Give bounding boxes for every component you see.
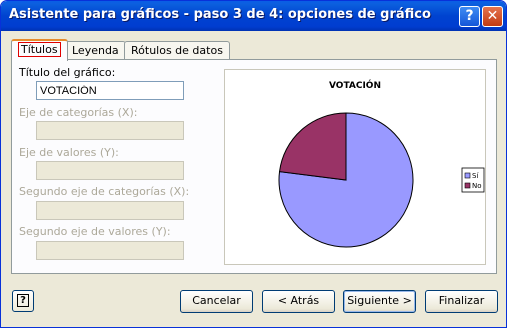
legend-label-0: Sí [472, 172, 479, 180]
cancel-button[interactable]: Cancelar [180, 290, 253, 313]
category-axis-input [36, 121, 184, 140]
legend: Sí No [461, 167, 485, 193]
tab-leyenda[interactable]: Leyenda [65, 41, 126, 60]
chart-title-label: Título del gráfico: [19, 66, 116, 79]
tab-rotulos-de-datos[interactable]: Rótulos de datos [124, 41, 230, 60]
second-value-axis-label: Segundo eje de valores (Y): [19, 225, 171, 238]
window-title: Asistente para gráficos - paso 3 de 4: o… [9, 7, 431, 22]
close-button[interactable]: ✕ [482, 6, 503, 27]
finish-button[interactable]: Finalizar [425, 290, 498, 313]
second-category-axis-label: Segundo eje de categorías (X): [19, 185, 190, 198]
help-button[interactable]: ? [12, 290, 34, 312]
legend-swatch-1 [464, 182, 471, 189]
next-button[interactable]: Siguiente > [343, 290, 416, 313]
pie-chart: VOTACIÓN Sí No [278, 79, 485, 248]
title-bar[interactable]: Asistente para gráficos - paso 3 de 4: o… [1, 1, 506, 31]
chart-preview: VOTACIÓN Sí No [224, 69, 486, 265]
chart-wizard-dialog: Asistente para gráficos - paso 3 de 4: o… [0, 0, 507, 328]
value-axis-label: Eje de valores (Y): [19, 146, 119, 159]
category-axis-label: Eje de categorías (X): [19, 106, 138, 119]
help-question-icon: ? [17, 294, 29, 307]
second-value-axis-input [36, 241, 184, 260]
legend-label-1: No [472, 182, 482, 190]
titles-panel: Título del gráfico: Eje de categorías (X… [11, 59, 497, 274]
pie-slice-1 [278, 112, 347, 181]
tab-titulos-label: Títulos [18, 42, 61, 57]
tab-titulos[interactable]: Títulos [11, 39, 68, 61]
second-category-axis-input [36, 201, 184, 220]
value-axis-input [36, 161, 184, 180]
legend-swatch-0 [464, 172, 471, 179]
back-button[interactable]: < Atrás [262, 290, 335, 313]
chart-title-input[interactable] [36, 81, 184, 100]
title-help-button[interactable]: ? [459, 6, 480, 27]
chart-title: VOTACIÓN [329, 79, 381, 91]
